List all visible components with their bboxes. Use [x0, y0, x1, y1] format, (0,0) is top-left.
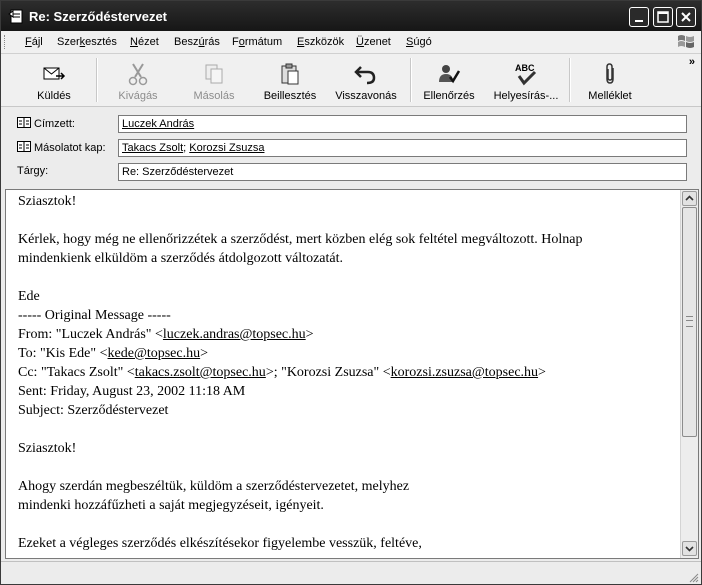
address-book-icon	[17, 117, 31, 128]
minimize-icon	[635, 20, 643, 22]
menu-format[interactable]: Formátum	[232, 36, 282, 48]
quoted-to-line: To: "Kis Ede" <kede@topsec.hu>	[18, 346, 209, 361]
subject-field[interactable]: Re: Szerződéstervezet	[118, 163, 687, 181]
chevron-up-icon	[685, 195, 694, 201]
toolbar-separator	[569, 58, 571, 102]
windows-logo-icon	[678, 35, 694, 48]
menu-tools[interactable]: Eszközök	[297, 36, 344, 48]
maximize-button[interactable]	[653, 7, 673, 27]
menu-insert[interactable]: Beszúrás	[174, 36, 220, 48]
menu-help[interactable]: Súgó	[406, 36, 432, 48]
check-names-icon	[439, 65, 461, 84]
menu-view[interactable]: Nézet	[130, 36, 159, 48]
close-icon	[681, 12, 691, 22]
to-field[interactable]: Luczek András	[118, 115, 687, 133]
toolbar-separator	[96, 58, 98, 102]
paperclip-icon	[606, 63, 614, 84]
spelling-button[interactable]: ABC Helyesírás-...	[487, 56, 565, 104]
menu-edit[interactable]: Szerkesztés	[57, 36, 117, 48]
message-headers: Címzett: Luczek András Másolatot kap: Ta…	[1, 107, 701, 185]
email-link[interactable]: korozsi.zsuzsa@topsec.hu	[391, 365, 538, 380]
undo-button[interactable]: Visszavonás	[331, 56, 401, 104]
vertical-scrollbar[interactable]	[680, 190, 698, 558]
undo-icon	[354, 66, 376, 85]
cc-field[interactable]: Takacs Zsolt; Korozsi Zsuzsa	[118, 139, 687, 157]
paste-button[interactable]: Beillesztés	[257, 56, 323, 104]
maximize-icon	[657, 11, 669, 23]
menu-file[interactable]: Fájl	[25, 36, 43, 48]
address-book-icon	[17, 141, 31, 152]
message-body[interactable]: Sziasztok! Kérlek, hogy még ne ellenőriz…	[5, 189, 699, 559]
to-label[interactable]: Címzett:	[17, 117, 75, 130]
thumb-grip	[686, 316, 693, 327]
copy-icon	[205, 64, 223, 84]
email-link[interactable]: takacs.zsolt@topsec.hu	[135, 365, 266, 380]
message-window: Re: Szerződéstervezet Fájl Szerkesztés N…	[0, 0, 702, 585]
subject-label: Tárgy:	[17, 165, 49, 177]
scissors-icon	[128, 63, 148, 86]
reply-message-icon	[8, 9, 23, 24]
close-button[interactable]	[676, 7, 696, 27]
attach-button[interactable]: Melléklet	[577, 56, 643, 104]
toolbar-separator	[410, 58, 412, 102]
spelling-check-icon: ABC	[515, 63, 537, 86]
scroll-down-button[interactable]	[682, 541, 697, 556]
copy-button[interactable]: Másolás	[181, 56, 247, 104]
email-link[interactable]: luczek.andras@topsec.hu	[163, 327, 306, 342]
cut-button[interactable]: Kivágás	[105, 56, 171, 104]
cc-label[interactable]: Másolatot kap:	[17, 141, 106, 154]
title-bar: Re: Szerződéstervezet	[1, 1, 701, 31]
email-link[interactable]: kede@topsec.hu	[108, 346, 201, 361]
resize-grip-icon[interactable]	[687, 571, 699, 583]
quoted-from-line: From: "Luczek András" <luczek.andras@top…	[18, 327, 314, 342]
menu-bar: Fájl Szerkesztés Nézet Beszúrás Formátum…	[1, 31, 701, 54]
scroll-up-button[interactable]	[682, 191, 697, 206]
minimize-button[interactable]	[629, 7, 649, 27]
check-names-button[interactable]: Ellenőrzés	[416, 56, 482, 104]
toolbar: Küldés Kivágás Másolás Beillesztés Vissz…	[1, 54, 701, 107]
message-text[interactable]: Sziasztok! Kérlek, hogy még ne ellenőriz…	[18, 192, 678, 553]
svg-text:ABC: ABC	[515, 63, 535, 73]
menu-grip[interactable]	[4, 35, 8, 49]
chevron-down-icon	[685, 546, 694, 552]
status-bar	[1, 561, 701, 584]
send-button[interactable]: Küldés	[21, 56, 87, 104]
clipboard-paste-icon	[281, 63, 299, 85]
menu-message[interactable]: Üzenet	[356, 36, 391, 48]
toolbar-overflow-chevron[interactable]: »	[689, 56, 695, 68]
scrollbar-thumb[interactable]	[682, 207, 697, 437]
send-icon	[43, 67, 66, 80]
window-title: Re: Szerződéstervezet	[29, 9, 167, 24]
quoted-cc-line: Cc: "Takacs Zsolt" <takacs.zsolt@topsec.…	[18, 365, 546, 380]
